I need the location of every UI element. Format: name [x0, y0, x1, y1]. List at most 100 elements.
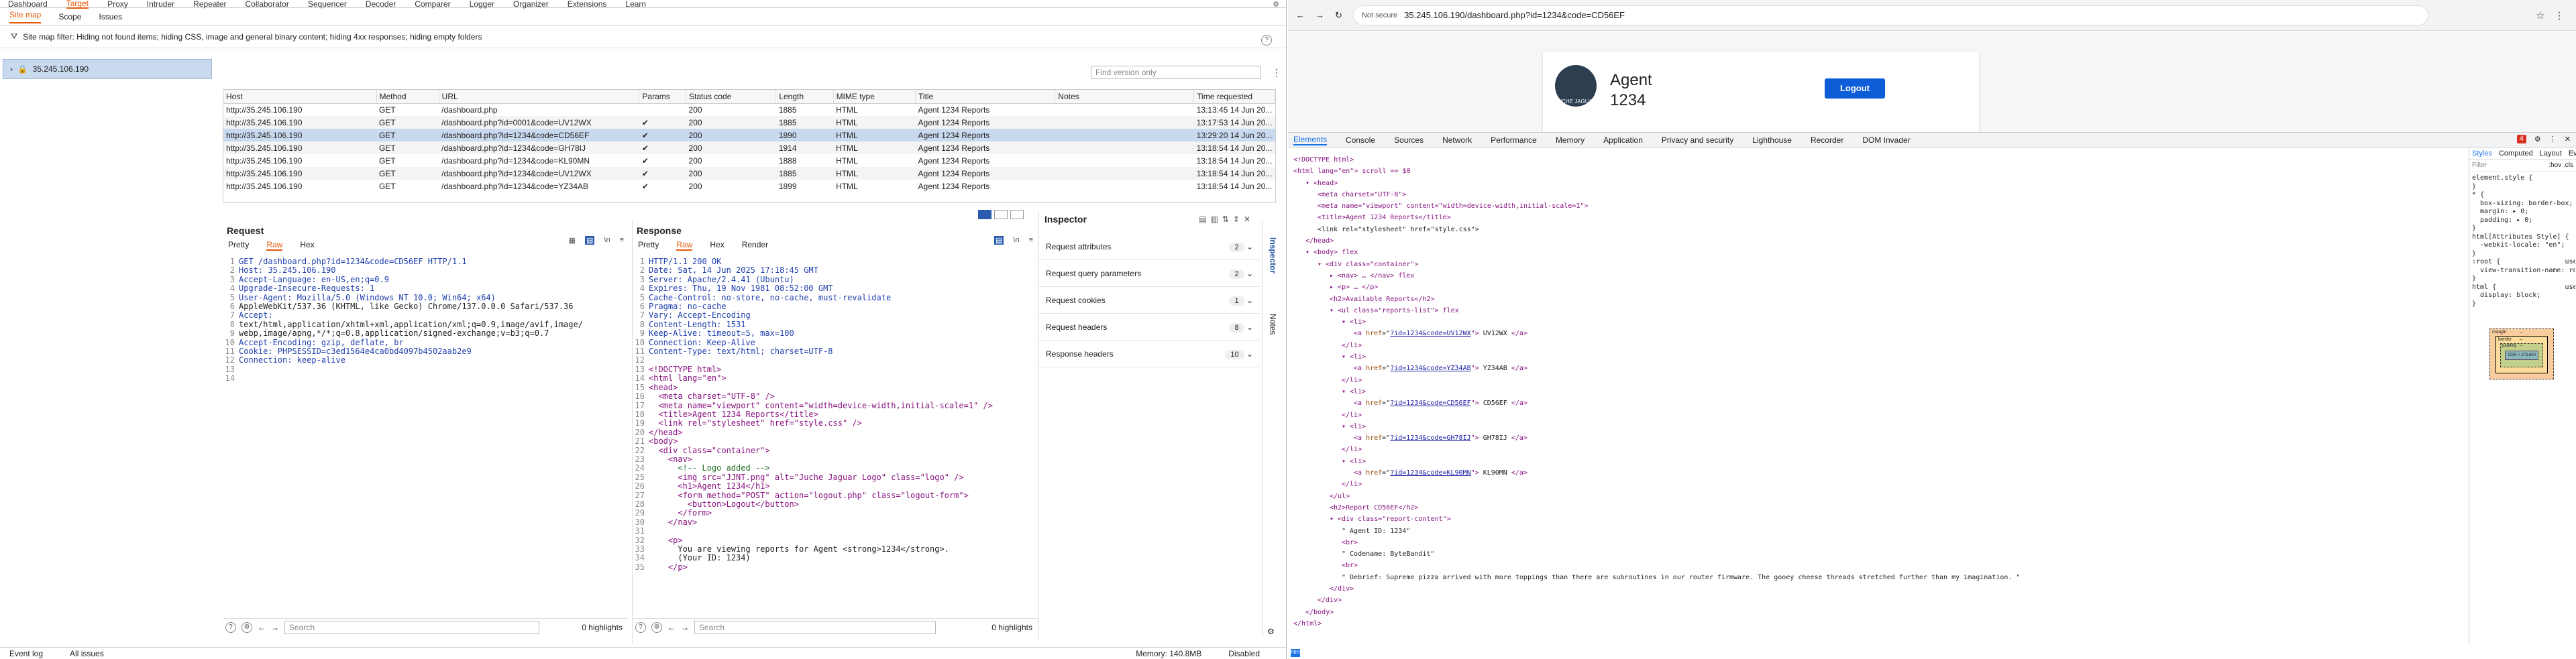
devtools-tab-privacy-and-security[interactable]: Privacy and security: [1662, 135, 1733, 145]
dom-node[interactable]: " Codename: ByteBandit": [1293, 548, 2461, 560]
settings-icon[interactable]: ⚙: [2534, 135, 2541, 143]
forward-icon[interactable]: →: [1316, 10, 1324, 20]
dom-node[interactable]: </li>: [1293, 444, 2461, 455]
table-row[interactable]: http://35.245.106.190 GET/dashboard.php?i…: [223, 167, 1275, 180]
settings-icon[interactable]: ⚙: [651, 621, 662, 633]
styles-tab-event-listeners[interactable]: Event Listeners: [2569, 149, 2576, 158]
view-tab-pretty[interactable]: Pretty: [638, 240, 659, 251]
dom-node[interactable]: </li>: [1293, 410, 2461, 421]
view-tab-render[interactable]: Render: [742, 240, 768, 251]
dom-node[interactable]: ▾ <div class="container">: [1293, 259, 2461, 270]
request-editor[interactable]: 1 GET /dashboard.php?id=1234&code=CD56EF …: [223, 257, 628, 606]
dom-node[interactable]: </li>: [1293, 340, 2461, 351]
dom-link[interactable]: ?id=1234&code=KL90MN: [1390, 469, 1470, 477]
devtools-tab-memory[interactable]: Memory: [1556, 135, 1585, 145]
forward-arrow-icon[interactable]: →: [681, 623, 689, 632]
column-header-time-requested[interactable]: Time requested: [1193, 90, 1275, 104]
newline-icon[interactable]: \n: [1013, 236, 1019, 245]
dom-node[interactable]: <a href="?id=1234&code=UV12WX"> UV12WX <…: [1293, 328, 2461, 339]
dom-node[interactable]: ▾ <body> flex: [1293, 247, 2461, 258]
chevron-down-icon[interactable]: ⌄: [1244, 322, 1253, 332]
column-header-host[interactable]: Host: [223, 90, 377, 104]
dom-node[interactable]: <meta name="viewport" content="width=dev…: [1293, 200, 2461, 212]
settings-gear-icon[interactable]: ⚙: [1273, 0, 1279, 9]
devtools-tab-recorder[interactable]: Recorder: [1811, 135, 1843, 145]
column-header-title[interactable]: Title: [915, 90, 1056, 104]
settings-icon[interactable]: ⚙: [1267, 627, 1275, 636]
response-editor[interactable]: 1 HTTP/1.1 200 OK 2 Date: Sat, 14 Jun 2025 …: [633, 257, 1037, 613]
ln-toggle-icon[interactable]: ▤: [994, 236, 1004, 245]
dom-node[interactable]: ▾ <head>: [1293, 178, 2461, 189]
elements-dom-tree[interactable]: <!DOCTYPE html> <html lang="en"> scroll =…: [1293, 154, 2461, 637]
dom-node[interactable]: ▸ <nav> … </nav> flex: [1293, 270, 2461, 282]
dom-node[interactable]: ▾ <li>: [1293, 421, 2461, 432]
layout-horizontal-icon[interactable]: [994, 210, 1008, 219]
column-header-length[interactable]: Length: [775, 90, 834, 104]
disabled-status[interactable]: Disabled: [1228, 649, 1260, 658]
dom-node[interactable]: ▾ <ul class="reports-list"> flex: [1293, 305, 2461, 316]
tab-decoder[interactable]: Decoder: [366, 0, 396, 8]
dom-link[interactable]: ?id=1234&code=CD56EF: [1390, 400, 1470, 407]
back-icon[interactable]: ←: [1296, 10, 1305, 20]
reload-icon[interactable]: ↻: [1335, 10, 1342, 21]
dom-node[interactable]: <br>: [1293, 560, 2461, 571]
tab-repeater[interactable]: Repeater: [193, 0, 226, 8]
dom-node[interactable]: <h2>Report CD56EF</h2>: [1293, 502, 2461, 514]
more-options-icon[interactable]: ⋮: [1272, 67, 1281, 78]
menu-icon[interactable]: ≡: [620, 236, 624, 245]
layout-vertical-icon[interactable]: [1010, 210, 1024, 219]
styles-tab-computed[interactable]: Computed: [2499, 149, 2533, 158]
inspector-section-request-cookies[interactable]: Request cookies 1 ⌄: [1039, 287, 1260, 314]
help-icon[interactable]: ?: [635, 621, 646, 633]
view-tab-raw[interactable]: Raw: [266, 240, 283, 251]
dom-node[interactable]: <a href="?id=1234&code=YZ34AB"> YZ34AB <…: [1293, 363, 2461, 374]
table-row[interactable]: http://35.245.106.190 GET/dashboard.php?i…: [223, 141, 1275, 154]
style-rules[interactable]: element.style {}* { style.css:4 box-sizi…: [2469, 172, 2575, 311]
dom-node[interactable]: <html lang="en"> scroll == $0: [1293, 166, 2461, 177]
column-header-method[interactable]: Method: [376, 90, 439, 104]
chevron-down-icon[interactable]: ⌄: [1244, 296, 1253, 305]
dom-node[interactable]: <a href="?id=1234&code=KL90MN"> KL90MN <…: [1293, 467, 2461, 479]
not-secure-label[interactable]: Not secure: [1362, 11, 1397, 19]
view-tab-hex[interactable]: Hex: [710, 240, 724, 251]
inspector-section-request-headers[interactable]: Request headers 8 ⌄: [1039, 314, 1260, 341]
browser-menu-icons[interactable]: ☆⋮: [2536, 9, 2573, 21]
chevron-down-icon[interactable]: ⌄: [1244, 349, 1253, 359]
inspector-section-request-query-parameters[interactable]: Request query parameters 2 ⌄: [1039, 260, 1260, 287]
styles-tab-layout[interactable]: Layout: [2540, 149, 2562, 158]
settings-icon[interactable]: ⚙: [241, 621, 252, 633]
forward-arrow-icon[interactable]: →: [271, 623, 279, 632]
dom-node[interactable]: </li>: [1293, 479, 2461, 490]
layout-side-by-side-icon[interactable]: [978, 210, 991, 219]
view-tab-raw[interactable]: Raw: [676, 240, 693, 251]
all-issues-link[interactable]: All issues: [70, 649, 104, 658]
table-row[interactable]: http://35.245.106.190 GET/dashboard.php?i…: [223, 180, 1275, 192]
devtools-tab-performance[interactable]: Performance: [1491, 135, 1537, 145]
view-tab-pretty[interactable]: Pretty: [228, 240, 249, 251]
tab-logger[interactable]: Logger: [470, 0, 494, 8]
dom-link[interactable]: ?id=1234&code=GH78IJ: [1390, 434, 1470, 442]
event-log-link[interactable]: Event log: [9, 649, 43, 658]
dom-link[interactable]: ?id=1234&code=UV12WX: [1390, 330, 1470, 337]
help-icon[interactable]: ?: [225, 621, 236, 633]
dom-node[interactable]: </div>: [1293, 583, 2461, 595]
site-map-filter-bar[interactable]: ⛛ Site map filter: Hiding not found item…: [0, 25, 1286, 48]
side-tab-inspector[interactable]: Inspector: [1269, 237, 1278, 274]
dom-node[interactable]: <a href="?id=1234&code=GH78IJ"> GH78IJ <…: [1293, 432, 2461, 444]
tab-sequencer[interactable]: Sequencer: [308, 0, 347, 8]
dom-node[interactable]: </body>: [1293, 607, 2461, 618]
dom-link[interactable]: ?id=1234&code=YZ34AB: [1390, 365, 1470, 372]
expand-arrow-icon[interactable]: ›: [10, 64, 13, 74]
view-tab-hex[interactable]: Hex: [300, 240, 314, 251]
dom-node[interactable]: <link rel="stylesheet" href="style.css">: [1293, 224, 2461, 235]
issues-badge[interactable]: 4: [2516, 135, 2526, 143]
side-tab-notes[interactable]: Notes: [1269, 314, 1278, 335]
dom-node[interactable]: <title>Agent 1234 Reports</title>: [1293, 212, 2461, 223]
back-arrow-icon[interactable]: ←: [667, 623, 676, 632]
dom-node[interactable]: ▾ <li>: [1293, 456, 2461, 467]
dom-node[interactable]: </ul>: [1293, 491, 2461, 502]
logout-button[interactable]: Logout: [1825, 78, 1885, 99]
tab-organizer[interactable]: Organizer: [513, 0, 549, 8]
dom-node[interactable]: <!DOCTYPE html>: [1293, 154, 2461, 166]
dom-node[interactable]: <meta charset="UTF-8">: [1293, 189, 2461, 200]
